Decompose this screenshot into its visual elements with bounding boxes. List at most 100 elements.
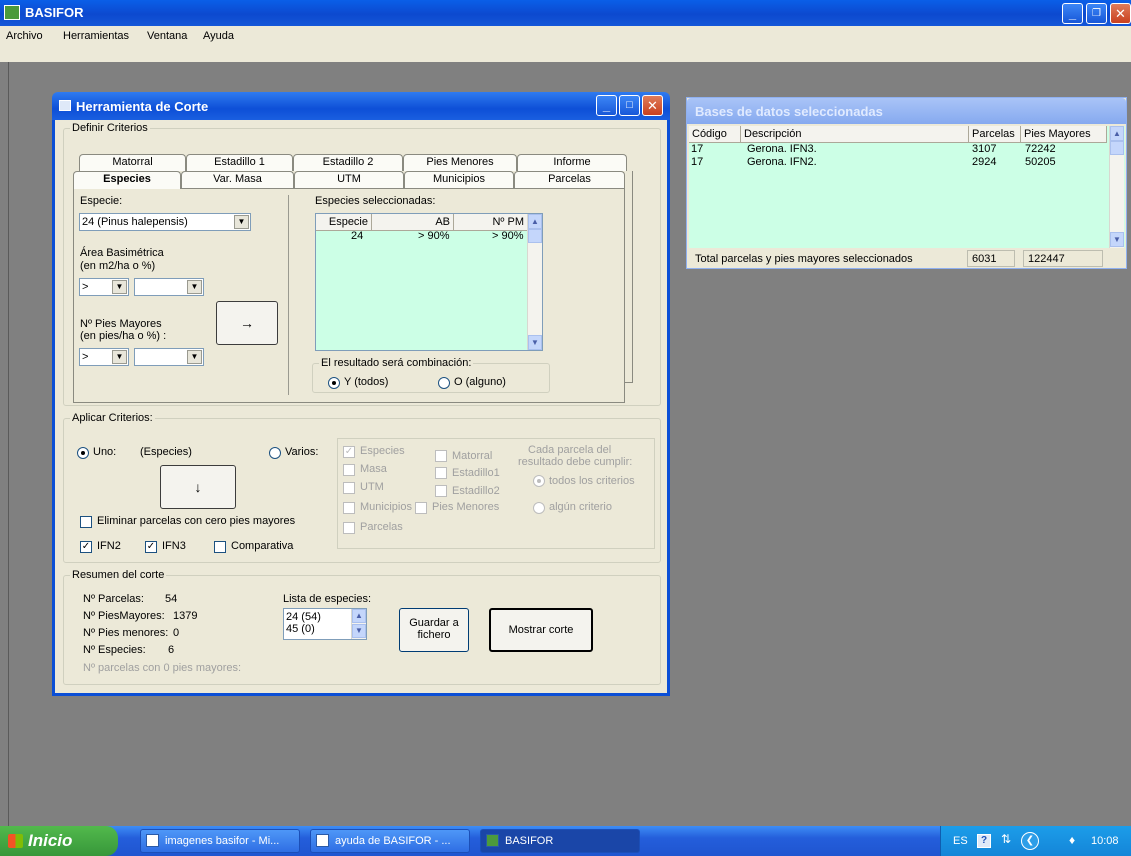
app-restore-button[interactable]: ❐ — [1086, 3, 1107, 24]
language-indicator[interactable]: ES — [953, 835, 968, 847]
col-especie[interactable]: Especie — [316, 214, 372, 231]
app-close-button[interactable]: ✕ — [1110, 3, 1131, 24]
varios-estadillo2-checkbox[interactable] — [435, 485, 447, 497]
start-button[interactable]: Inicio — [0, 826, 118, 856]
show-hidden-icons-button[interactable]: ❮ — [1021, 832, 1039, 850]
scroll-down-icon[interactable]: ▼ — [528, 335, 542, 350]
bases-scrollbar[interactable]: ▲ ▼ — [1109, 126, 1124, 248]
col-npm[interactable]: Nº PM — [454, 214, 528, 231]
apply-criteria-button[interactable]: ↓ — [160, 465, 236, 509]
area-operator-select[interactable]: > ▼ — [79, 278, 129, 296]
resumen-cero-label: Nº parcelas con 0 pies mayores: — [83, 662, 242, 674]
menu-herramientas[interactable]: Herramientas — [63, 30, 129, 42]
app-minimize-button[interactable]: _ — [1062, 3, 1083, 24]
radio-o-alguno[interactable] — [438, 377, 450, 389]
eliminar-cero-checkbox[interactable] — [80, 516, 92, 528]
clock[interactable]: 10:08 — [1091, 835, 1119, 847]
mostrar-corte-button[interactable]: Mostrar corte — [489, 608, 593, 652]
especie-select[interactable]: 24 (Pinus halepensis) ▼ — [79, 213, 251, 231]
resumen-pm-value: 1379 — [173, 610, 198, 622]
bases-total-label: Total parcelas y pies mayores selecciona… — [695, 253, 913, 265]
tab-estadillo-1[interactable]: Estadillo 1 — [186, 154, 293, 171]
scroll-thumb[interactable] — [528, 229, 542, 243]
pies-operator-value: > — [82, 351, 89, 363]
varios-estadillo1-checkbox[interactable] — [435, 467, 447, 479]
lista-item[interactable]: 45 (0) — [286, 623, 315, 635]
radio-o-alguno-label: O (alguno) — [454, 376, 506, 388]
especie-label: Especie: — [80, 195, 123, 207]
col-parcelas[interactable]: Parcelas — [969, 126, 1021, 143]
todos-criterios-radio[interactable] — [533, 475, 545, 487]
resumen-parcelas-label: Nº Parcelas: — [83, 593, 144, 605]
volume-icon[interactable]: ♦ — [1069, 833, 1075, 847]
ifn3-checkbox[interactable]: ✓ — [145, 541, 157, 553]
varios-utm-label: UTM — [360, 481, 384, 493]
varios-parcelas-label: Parcelas — [360, 521, 403, 533]
scroll-down-icon[interactable]: ▼ — [352, 624, 366, 638]
taskbar-item-basifor[interactable]: BASIFOR — [480, 829, 640, 853]
ifn2-checkbox[interactable]: ✓ — [80, 541, 92, 553]
lista-item[interactable]: 24 (54) — [286, 611, 321, 623]
varios-municipios-checkbox[interactable] — [343, 502, 355, 514]
scroll-up-icon[interactable]: ▲ — [1110, 126, 1124, 141]
tab-estadillo-2[interactable]: Estadillo 2 — [293, 154, 403, 171]
radio-varios[interactable] — [269, 447, 281, 459]
taskbar-item-imagenes[interactable]: imagenes basifor - Mi... — [140, 829, 300, 853]
varios-estadillo1-label: Estadillo1 — [452, 467, 500, 479]
sel-scrollbar[interactable]: ▲ ▼ — [527, 214, 542, 350]
bases-list[interactable]: Código Descripción Parcelas Pies Mayores… — [689, 126, 1125, 248]
menu-ventana[interactable]: Ventana — [147, 30, 187, 42]
network-icon[interactable]: ⇅ — [1001, 832, 1011, 846]
col-ab[interactable]: AB — [372, 214, 454, 231]
pies-operator-select[interactable]: > ▼ — [79, 348, 129, 366]
menu-ayuda[interactable]: Ayuda — [203, 30, 234, 42]
chevron-down-icon: ▼ — [187, 350, 202, 364]
pies-value-select[interactable]: ▼ — [134, 348, 204, 366]
guardar-fichero-button[interactable]: Guardar a fichero — [399, 608, 469, 652]
area-value-select[interactable]: ▼ — [134, 278, 204, 296]
bases-row2-parcelas: 2924 — [972, 156, 997, 168]
resumen-esp-value: 6 — [168, 644, 175, 656]
sel-cell-ab: > 90% — [418, 230, 450, 242]
tab-pies-menores[interactable]: Pies Menores — [403, 154, 517, 171]
corte-minimize-button[interactable]: _ — [596, 95, 617, 116]
tab-informe[interactable]: Informe — [517, 154, 627, 171]
comparativa-checkbox[interactable] — [214, 541, 226, 553]
sel-cell-especie: 24 — [351, 230, 364, 242]
especies-seleccionadas-list[interactable]: Especie AB Nº PM 24 > 90% > 90% ▲ ▼ — [315, 213, 543, 351]
lista-especies-list[interactable]: 24 (54) 45 (0) ▲ ▼ — [283, 608, 367, 640]
varios-parcelas-checkbox[interactable] — [343, 522, 355, 534]
col-descripcion[interactable]: Descripción — [741, 126, 969, 143]
bases-row2-codigo: 17 — [691, 156, 704, 168]
resumen-pmen-value: 0 — [173, 627, 180, 639]
radio-uno[interactable] — [77, 447, 89, 459]
col-pies-mayores[interactable]: Pies Mayores — [1021, 126, 1107, 143]
help-icon[interactable]: ? — [977, 834, 991, 848]
menu-archivo[interactable]: Archivo — [6, 30, 43, 42]
lista-scrollbar[interactable]: ▲ ▼ — [351, 609, 366, 639]
guardar-line-2: fichero — [417, 629, 451, 641]
comparativa-label: Comparativa — [231, 540, 294, 552]
scroll-up-icon[interactable]: ▲ — [352, 609, 366, 623]
corte-maximize-button[interactable]: □ — [619, 95, 640, 116]
scroll-thumb[interactable] — [1110, 141, 1124, 155]
area-operator-value: > — [82, 281, 89, 293]
corte-close-button[interactable]: ✕ — [642, 95, 663, 116]
varios-pies-menores-checkbox[interactable] — [415, 502, 427, 514]
corte-title: Herramienta de Corte — [76, 99, 209, 114]
varios-especies-checkbox[interactable]: ✓ — [343, 446, 355, 458]
col-codigo[interactable]: Código — [689, 126, 741, 143]
varios-masa-checkbox[interactable] — [343, 464, 355, 476]
taskbar-item-ayuda[interactable]: ayuda de BASIFOR - ... — [310, 829, 470, 853]
add-criterion-button[interactable]: → — [216, 301, 278, 345]
scroll-down-icon[interactable]: ▼ — [1110, 232, 1124, 247]
varios-matorral-checkbox[interactable] — [435, 450, 447, 462]
tab-matorral[interactable]: Matorral — [79, 154, 186, 171]
word-doc-icon — [146, 834, 159, 847]
vertical-separator — [288, 195, 289, 395]
tab-especies[interactable]: Especies — [73, 171, 181, 189]
radio-y-todos[interactable] — [328, 377, 340, 389]
varios-utm-checkbox[interactable] — [343, 482, 355, 494]
scroll-up-icon[interactable]: ▲ — [528, 214, 542, 229]
algun-criterio-radio[interactable] — [533, 502, 545, 514]
